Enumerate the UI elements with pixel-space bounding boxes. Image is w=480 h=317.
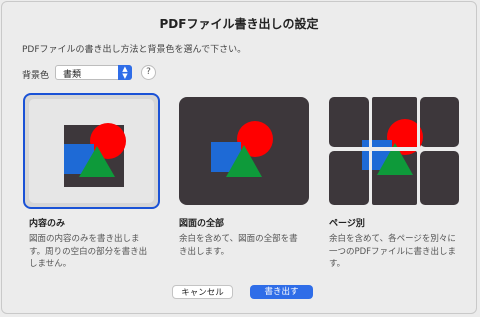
background-select[interactable]: 書類 ▲ ▼ (55, 65, 132, 80)
dialog-description: PDFファイルの書き出し方法と背景色を選んで下さい。 (22, 45, 247, 55)
option-content-only[interactable] (23, 93, 160, 209)
option-per-page[interactable] (329, 97, 459, 205)
option-content-only-title: 内容のみ (29, 219, 66, 229)
option-per-page-description: 余白を含めて、各ページを別々に一つのPDFファイルに書き出します。 (329, 234, 457, 269)
cancel-button[interactable]: キャンセル (172, 285, 233, 299)
option-content-only-description: 図面の内容のみを書き出します。周りの空白の部分を書き出しません。 (29, 234, 148, 269)
export-dialog: PDFファイル書き出しの設定 PDFファイルの書き出し方法と背景色を選んで下さい… (1, 1, 477, 314)
content-only-shapes-icon (64, 123, 126, 187)
background-select-value: 書類 (63, 70, 82, 80)
export-button[interactable]: 書き出す (250, 285, 313, 299)
option-whole-drawing[interactable] (179, 97, 309, 205)
help-button[interactable]: ? (141, 65, 156, 80)
option-whole-drawing-title: 図面の全部 (179, 219, 225, 229)
per-page-shapes-icon (329, 97, 459, 205)
option-content-only-preview (29, 99, 154, 203)
option-whole-drawing-description: 余白を含めて、図面の全部を書き出します。 (179, 234, 298, 257)
chevron-updown-icon: ▲ ▼ (118, 65, 132, 80)
option-per-page-title: ページ別 (329, 219, 365, 229)
background-label: 背景色 (22, 71, 50, 81)
dialog-title: PDFファイル書き出しの設定 (159, 17, 319, 31)
whole-drawing-shapes-icon (211, 121, 273, 177)
